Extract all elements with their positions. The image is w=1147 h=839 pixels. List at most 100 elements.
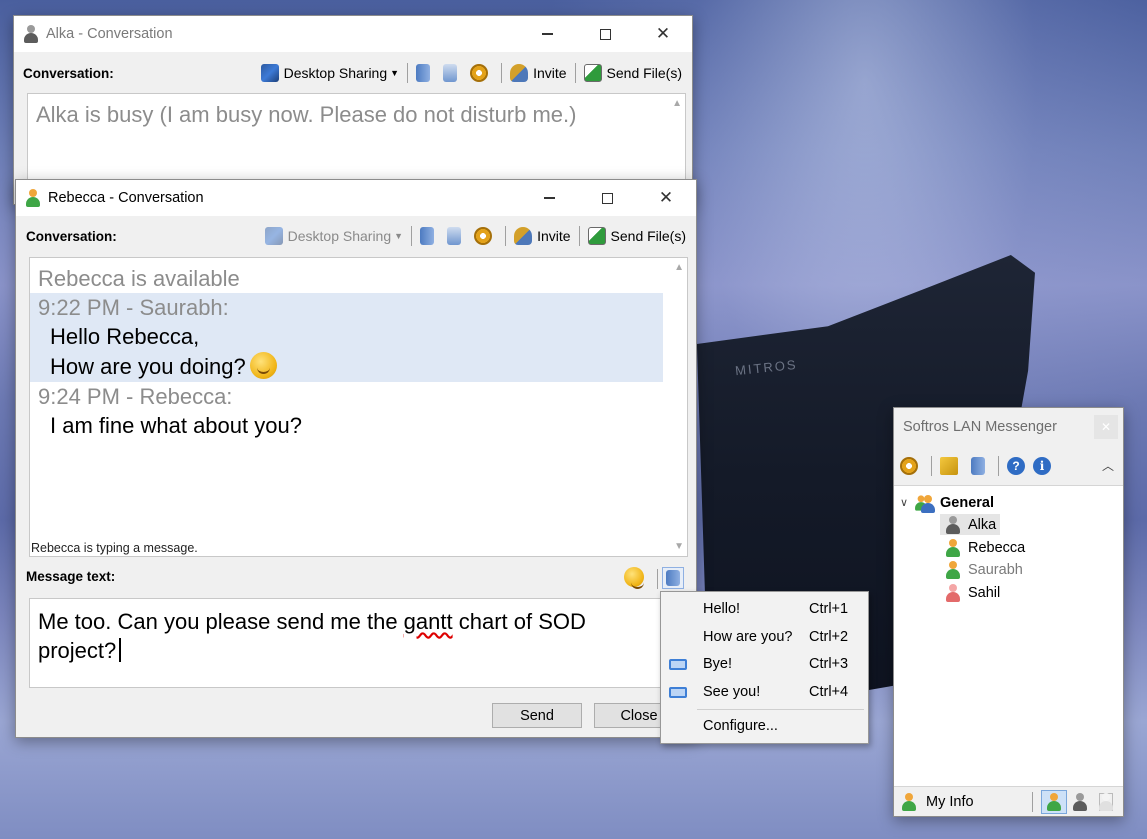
rebecca-title-bar[interactable]: Rebecca - Conversation ✕ xyxy=(16,180,696,216)
emoticon-button[interactable] xyxy=(624,567,644,589)
message-header: 9:24 PM - Rebecca: xyxy=(38,384,233,409)
message-input-text: Me too. Can you please send me the gantt… xyxy=(30,599,668,673)
busy-status-icon xyxy=(1073,792,1087,811)
scroll-up-icon[interactable]: ▲ xyxy=(674,262,684,273)
menu-item-how-are-you[interactable]: How are you? Ctrl+2 xyxy=(661,623,868,651)
contact-rebecca[interactable]: Rebecca xyxy=(940,537,1025,558)
settings-button[interactable] xyxy=(466,61,497,85)
toolbar-separator xyxy=(931,455,932,476)
settings-button[interactable] xyxy=(470,224,501,248)
group-general[interactable]: ∨ General xyxy=(900,492,994,513)
window-title: Rebecca - Conversation xyxy=(48,190,204,206)
window-title: Alka - Conversation xyxy=(46,26,173,42)
menu-item-shortcut: Ctrl+4 xyxy=(809,684,849,700)
maximize-button[interactable] xyxy=(578,180,636,216)
toolbar-separator xyxy=(1032,791,1033,812)
alka-conversation-area[interactable]: Alka is busy (I am busy now. Please do n… xyxy=(27,93,686,193)
rebecca-conversation-area[interactable]: Rebecca is available 9:22 PM - Saurabh: … xyxy=(29,257,688,557)
quick-text-icon xyxy=(669,686,687,698)
minimize-button[interactable] xyxy=(518,16,576,52)
contact-name: Sahil xyxy=(968,584,1001,601)
available-user-icon xyxy=(946,538,960,557)
close-window-button[interactable]: ✕ xyxy=(1094,415,1118,439)
help-button[interactable]: ? xyxy=(1003,454,1029,478)
my-info-button[interactable]: My Info xyxy=(902,792,974,811)
menu-item-see-you[interactable]: See you! Ctrl+4 xyxy=(661,678,868,706)
presence-status-text: Rebecca is available xyxy=(38,266,240,291)
chevron-down-icon: ▼ xyxy=(390,68,400,78)
message-line: How are you doing? xyxy=(38,352,655,382)
desktop-sharing-button[interactable]: Desktop Sharing ▼ xyxy=(261,224,407,248)
desktop-sharing-button[interactable]: Desktop Sharing ▼ xyxy=(257,61,403,85)
minimize-button[interactable] xyxy=(520,180,578,216)
folder-icon xyxy=(940,456,958,475)
user-info-button[interactable] xyxy=(439,61,466,85)
send-files-label: Send File(s) xyxy=(610,228,686,244)
contact-alka[interactable]: Alka xyxy=(940,514,1001,535)
invite-button[interactable]: Invite xyxy=(510,224,574,248)
toolbar-separator xyxy=(407,63,409,83)
menu-item-bye[interactable]: Bye! Ctrl+3 xyxy=(661,650,868,678)
group-label: General xyxy=(940,494,994,511)
window-title: Softros LAN Messenger xyxy=(903,419,1057,435)
send-files-button[interactable]: Send File(s) xyxy=(580,61,686,85)
my-info-label: My Info xyxy=(926,793,974,810)
status-offline-button[interactable] xyxy=(1093,790,1119,814)
available-user-icon xyxy=(26,189,40,207)
available-user-icon xyxy=(946,560,960,579)
send-file-icon xyxy=(583,64,602,82)
menu-item-configure[interactable]: Configure... xyxy=(661,712,868,740)
lan-title-bar[interactable]: Softros LAN Messenger ✕ xyxy=(894,408,1123,446)
contact-saurabh[interactable]: Saurabh xyxy=(940,559,1023,580)
maximize-button[interactable] xyxy=(576,16,634,52)
status-available-button[interactable] xyxy=(1041,789,1067,814)
quick-text-button[interactable] xyxy=(662,567,684,589)
status-busy-button[interactable] xyxy=(1067,790,1093,814)
message-input-segment: Me too. Can you please send me the xyxy=(38,609,404,634)
lan-status-bar: My Info xyxy=(894,786,1123,816)
menu-item-label: Configure... xyxy=(703,718,778,734)
menu-item-hello[interactable]: Hello! Ctrl+1 xyxy=(661,595,868,623)
close-window-button[interactable]: ✕ xyxy=(634,16,692,52)
history-button[interactable] xyxy=(416,224,443,248)
scroll-up-icon[interactable]: ▲ xyxy=(672,98,682,109)
close-window-button[interactable]: ✕ xyxy=(636,180,696,216)
gear-icon xyxy=(900,456,918,475)
toolbar-separator xyxy=(501,63,503,83)
send-files-button[interactable]: Send File(s) xyxy=(584,224,690,248)
message-header: 9:22 PM - Saurabh: xyxy=(38,295,229,320)
history-button[interactable] xyxy=(412,61,439,85)
toolbar-separator xyxy=(998,455,999,476)
chat-message: 9:22 PM - Saurabh: Hello Rebecca, How ar… xyxy=(30,293,663,382)
open-folder-button[interactable] xyxy=(936,454,967,478)
text-cursor xyxy=(119,638,121,662)
smiley-emoji-icon xyxy=(624,567,644,589)
message-line: I am fine what about you? xyxy=(50,413,302,438)
alka-toolbar: Conversation: Desktop Sharing ▼ Invite S… xyxy=(14,59,692,87)
quick-text-icon xyxy=(666,570,680,586)
settings-button[interactable] xyxy=(896,454,927,478)
alka-title-bar[interactable]: Alka - Conversation ✕ xyxy=(14,16,692,52)
gear-icon xyxy=(474,227,493,245)
user-info-button[interactable] xyxy=(443,224,470,248)
menu-item-label: See you! xyxy=(703,684,761,700)
alka-conversation-window: Alka - Conversation ✕ Conversation: Desk… xyxy=(13,15,693,205)
lan-messenger-window: Softros LAN Messenger ✕ ? i ︿ ∨ General … xyxy=(893,407,1124,817)
desktop-sharing-label: Desktop Sharing xyxy=(287,228,392,244)
message-input[interactable]: Me too. Can you please send me the gantt… xyxy=(29,598,669,688)
menu-separator xyxy=(697,709,864,710)
toolbar-separator xyxy=(505,226,507,246)
send-file-icon xyxy=(587,227,606,245)
collapse-toolbar-button[interactable]: ︿ xyxy=(1102,457,1114,474)
toolbar-separator xyxy=(411,226,413,246)
info-icon: i xyxy=(1033,456,1051,475)
history-button[interactable] xyxy=(967,454,994,478)
history-book-icon xyxy=(971,456,985,475)
history-book-icon xyxy=(416,64,431,82)
about-button[interactable]: i xyxy=(1029,454,1055,478)
send-button[interactable]: Send xyxy=(492,703,582,728)
invite-button[interactable]: Invite xyxy=(506,61,570,85)
user-info-icon xyxy=(447,227,462,245)
contact-sahil[interactable]: Sahil xyxy=(940,582,1000,603)
scroll-down-icon[interactable]: ▼ xyxy=(674,541,684,552)
